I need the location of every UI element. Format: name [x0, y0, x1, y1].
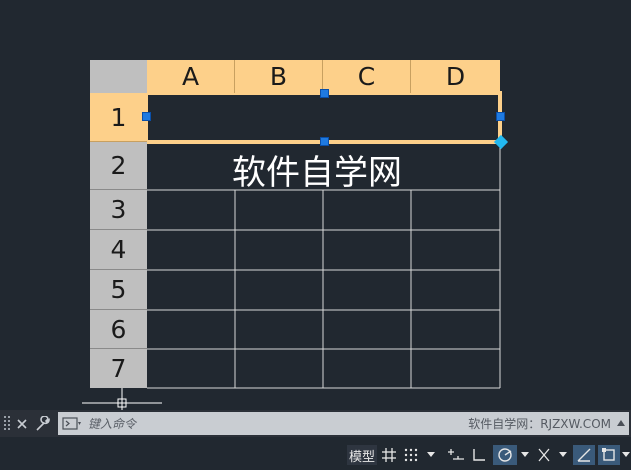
watermark-text: 软件自学网：RJZXW.COM	[468, 417, 611, 431]
grip-bottom-middle[interactable]	[320, 137, 329, 146]
selection-outline	[144, 91, 502, 144]
object-snap-icon[interactable]	[598, 445, 620, 465]
row-header-6[interactable]: 6	[90, 310, 147, 349]
grip-top-middle[interactable]	[320, 89, 329, 98]
table-corner-cell[interactable]	[90, 60, 147, 93]
caret-up-icon[interactable]	[617, 419, 625, 427]
polar-dropdown-icon[interactable]	[519, 445, 531, 465]
row-header-3[interactable]: 3	[90, 190, 147, 230]
row-header-2[interactable]: 2	[90, 142, 147, 190]
object-snap-tracking-icon[interactable]	[573, 445, 595, 465]
column-header-d[interactable]: D	[411, 60, 500, 93]
command-prompt-icon[interactable]	[62, 416, 82, 431]
isodraft-icon[interactable]	[534, 445, 554, 465]
column-header-a[interactable]: A	[147, 60, 235, 93]
polar-tracking-icon[interactable]	[493, 445, 517, 465]
infer-constraints-icon[interactable]	[445, 445, 467, 465]
column-header-c[interactable]: C	[323, 60, 411, 93]
drag-handle-icon[interactable]	[3, 414, 11, 434]
command-placeholder: 键入命令	[88, 417, 137, 431]
snap-dropdown-icon[interactable]	[425, 445, 437, 465]
grip-right-middle[interactable]	[496, 112, 505, 121]
column-header-b[interactable]: B	[235, 60, 323, 93]
command-input[interactable]: 键入命令 软件自学网：RJZXW.COM	[58, 412, 629, 435]
table-cell-text[interactable]: 软件自学网	[232, 145, 402, 194]
grip-left-middle[interactable]	[142, 112, 151, 121]
row-header-4[interactable]: 4	[90, 230, 147, 270]
close-icon[interactable]	[15, 417, 29, 431]
wrench-icon[interactable]	[35, 415, 51, 432]
snap-icon[interactable]	[402, 445, 420, 465]
ortho-icon[interactable]	[470, 445, 488, 465]
object-snap-dropdown-icon[interactable]	[621, 445, 631, 465]
row-header-5[interactable]: 5	[90, 270, 147, 310]
row-header-1[interactable]: 1	[90, 93, 147, 142]
grid-icon[interactable]	[380, 445, 398, 465]
row-header-7[interactable]: 7	[90, 349, 147, 388]
model-tab[interactable]: 模型	[347, 445, 377, 465]
isodraft-dropdown-icon[interactable]	[557, 445, 569, 465]
command-line-bar: 键入命令 软件自学网：RJZXW.COM	[0, 410, 631, 437]
